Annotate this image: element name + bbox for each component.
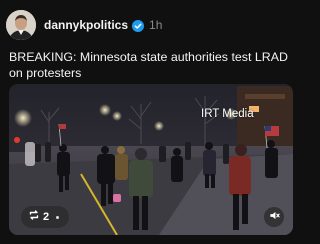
mute-button[interactable] bbox=[264, 207, 284, 227]
post-video[interactable]: IRT Media 2 bbox=[9, 84, 293, 235]
speaker-muted-icon bbox=[269, 208, 280, 226]
post-header: dannykpolitics 1h bbox=[44, 17, 162, 33]
repost-button[interactable]: 2 bbox=[21, 206, 70, 228]
author-avatar[interactable] bbox=[6, 10, 36, 40]
post-text: BREAKING: Minnesota state authorities te… bbox=[9, 50, 288, 80]
author-username[interactable]: dannykpolitics bbox=[44, 18, 128, 32]
post-timestamp: 1h bbox=[149, 18, 163, 32]
profile-photo bbox=[6, 10, 36, 40]
repost-count: 2 bbox=[43, 211, 50, 223]
video-watermark: IRT Media bbox=[201, 108, 254, 120]
verified-badge-icon bbox=[132, 19, 145, 32]
thread-post: dannykpolitics 1h BREAKING: Minnesota st… bbox=[0, 0, 300, 244]
separator-dot bbox=[56, 215, 60, 219]
repost-icon bbox=[28, 208, 40, 226]
